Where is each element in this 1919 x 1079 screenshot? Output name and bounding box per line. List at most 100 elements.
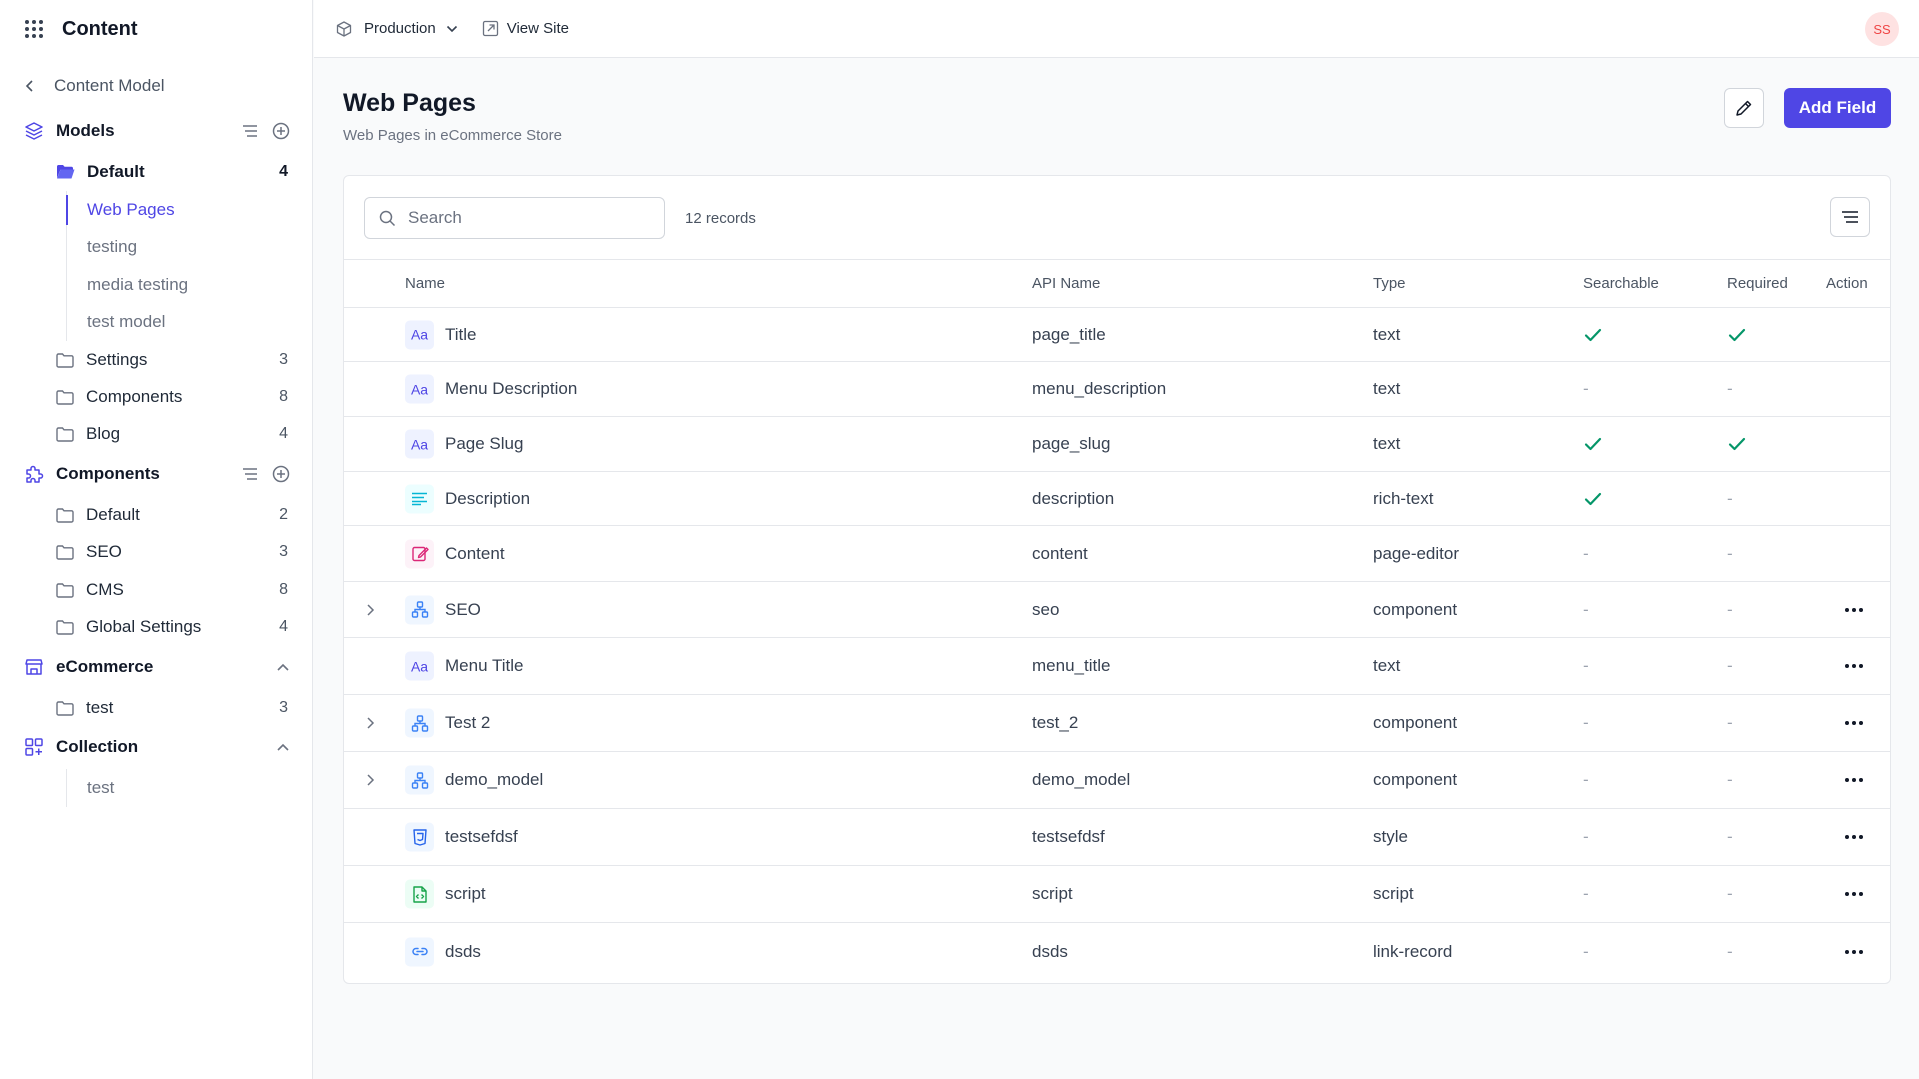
list-icon[interactable] bbox=[242, 124, 258, 138]
section-models[interactable]: Models bbox=[24, 121, 290, 141]
table-row[interactable]: testsefdsf testsefdsf style - - bbox=[344, 809, 1890, 866]
models-default-children: Web Pages testing media testing test mod… bbox=[65, 191, 188, 342]
folder-models-components[interactable]: Components 8 bbox=[56, 387, 288, 407]
table-toolbar: 12 records bbox=[344, 176, 1890, 260]
filter-button[interactable] bbox=[1830, 197, 1870, 237]
field-api-name: seo bbox=[1032, 599, 1060, 619]
folder-icon bbox=[56, 582, 74, 598]
table-row[interactable]: Description description rich-text - bbox=[344, 472, 1890, 526]
chevron-right-icon[interactable] bbox=[366, 773, 375, 787]
section-components-label: Components bbox=[56, 464, 160, 483]
searchable-empty: - bbox=[1583, 770, 1589, 789]
folder-components-default[interactable]: Default 2 bbox=[56, 505, 288, 525]
table-header: Name API Name Type Searchable Required A… bbox=[344, 260, 1890, 308]
folder-models-blog[interactable]: Blog 4 bbox=[56, 424, 288, 444]
sidebar-item-collection-test[interactable]: test bbox=[67, 769, 114, 807]
col-api-name[interactable]: API Name bbox=[1032, 275, 1100, 292]
field-api-name: content bbox=[1032, 543, 1088, 563]
folder-models-settings[interactable]: Settings 3 bbox=[56, 350, 288, 370]
chevron-right-icon[interactable] bbox=[366, 603, 375, 617]
field-type: text bbox=[1373, 656, 1401, 675]
field-name: Description bbox=[445, 488, 531, 508]
field-name: Content bbox=[445, 543, 505, 563]
back-to-content-model[interactable]: Content Model bbox=[24, 76, 165, 96]
search-input[interactable] bbox=[408, 208, 648, 228]
add-circle-icon[interactable] bbox=[272, 122, 290, 140]
field-api-name: menu_description bbox=[1032, 379, 1167, 398]
col-type[interactable]: Type bbox=[1373, 275, 1406, 292]
add-circle-icon[interactable] bbox=[272, 465, 290, 483]
sidebar-item-test-model[interactable]: test model bbox=[67, 304, 188, 342]
folder-components-seo[interactable]: SEO 3 bbox=[56, 542, 288, 562]
field-type: text bbox=[1373, 434, 1401, 453]
col-name[interactable]: Name bbox=[405, 275, 445, 292]
more-horizontal-icon[interactable] bbox=[1845, 835, 1863, 839]
list-icon[interactable] bbox=[242, 467, 258, 481]
table-row[interactable]: SEO seo component - - bbox=[344, 582, 1890, 638]
folder-models-default[interactable]: Default 4 bbox=[56, 162, 288, 182]
folder-components-cms[interactable]: CMS 8 bbox=[56, 580, 288, 600]
table-row[interactable]: Aa Menu Description menu_description text - - bbox=[344, 362, 1890, 417]
required-empty: - bbox=[1727, 488, 1733, 508]
add-field-button[interactable]: Add Field bbox=[1784, 88, 1891, 128]
table-row[interactable]: Aa Title page_title text bbox=[344, 308, 1890, 362]
chevron-up-icon[interactable] bbox=[276, 662, 290, 672]
avatar[interactable]: SS bbox=[1865, 12, 1899, 46]
folder-label: CMS bbox=[86, 580, 124, 599]
field-name: Title bbox=[445, 324, 477, 344]
field-api-name: menu_title bbox=[1032, 656, 1111, 675]
component-icon bbox=[405, 595, 434, 624]
folder-count: 3 bbox=[279, 699, 288, 716]
section-ecommerce[interactable]: eCommerce bbox=[24, 657, 290, 677]
text-glyph: Aa bbox=[410, 381, 429, 397]
folder-label: Default bbox=[86, 505, 140, 524]
field-name: Page Slug bbox=[445, 434, 524, 453]
folder-components-global-settings[interactable]: Global Settings 4 bbox=[56, 617, 288, 637]
more-horizontal-icon[interactable] bbox=[1845, 892, 1863, 896]
sidebar-item-testing[interactable]: testing bbox=[67, 229, 188, 267]
more-horizontal-icon[interactable] bbox=[1845, 664, 1863, 668]
folder-icon bbox=[56, 619, 74, 635]
more-horizontal-icon[interactable] bbox=[1845, 721, 1863, 725]
folder-count: 3 bbox=[279, 543, 288, 560]
folder-icon bbox=[56, 426, 74, 442]
table-row[interactable]: demo_model demo_model component - - bbox=[344, 752, 1890, 809]
table-row[interactable]: Content content page-editor - - bbox=[344, 526, 1890, 582]
pencil-icon bbox=[1735, 99, 1753, 117]
more-horizontal-icon[interactable] bbox=[1845, 778, 1863, 782]
table-row[interactable]: Aa Page Slug page_slug text bbox=[344, 417, 1890, 472]
view-site-link[interactable]: View Site bbox=[482, 20, 569, 37]
environment-selector[interactable]: Production bbox=[336, 20, 458, 37]
table-row[interactable]: script script script - - bbox=[344, 866, 1890, 923]
chevron-right-icon[interactable] bbox=[366, 716, 375, 730]
app-grid-icon[interactable] bbox=[24, 19, 44, 39]
section-components[interactable]: Components bbox=[24, 464, 290, 484]
chevron-up-icon[interactable] bbox=[276, 742, 290, 752]
folder-icon bbox=[56, 352, 74, 368]
search-box[interactable] bbox=[364, 197, 665, 239]
searchable-empty: - bbox=[1583, 713, 1589, 732]
section-collection[interactable]: Collection bbox=[24, 737, 290, 757]
table-row[interactable]: Test 2 test_2 component - - bbox=[344, 695, 1890, 752]
field-name: SEO bbox=[445, 599, 481, 619]
sidebar-item-media-testing[interactable]: media testing bbox=[67, 266, 188, 304]
col-required[interactable]: Required bbox=[1727, 275, 1788, 292]
edit-model-button[interactable] bbox=[1724, 88, 1764, 128]
field-api-name: page_title bbox=[1032, 324, 1106, 344]
field-type: component bbox=[1373, 770, 1458, 789]
col-searchable[interactable]: Searchable bbox=[1583, 275, 1659, 292]
table-row[interactable]: dsds dsds link-record - - bbox=[344, 923, 1890, 980]
more-horizontal-icon[interactable] bbox=[1845, 949, 1863, 954]
searchable-empty: - bbox=[1583, 827, 1589, 846]
folder-ecommerce-test[interactable]: test 3 bbox=[56, 698, 288, 718]
folder-count: 4 bbox=[279, 425, 288, 442]
required-empty: - bbox=[1727, 599, 1733, 619]
required-empty: - bbox=[1727, 827, 1733, 846]
table-row[interactable]: Aa Menu Title menu_title text - - bbox=[344, 638, 1890, 695]
more-horizontal-icon[interactable] bbox=[1845, 607, 1863, 612]
field-api-name: testsefdsf bbox=[1032, 827, 1105, 846]
search-icon bbox=[379, 210, 396, 227]
sidebar-item-web-pages[interactable]: Web Pages bbox=[65, 191, 188, 229]
text-glyph: Aa bbox=[410, 436, 429, 452]
section-ecommerce-label: eCommerce bbox=[56, 657, 154, 676]
